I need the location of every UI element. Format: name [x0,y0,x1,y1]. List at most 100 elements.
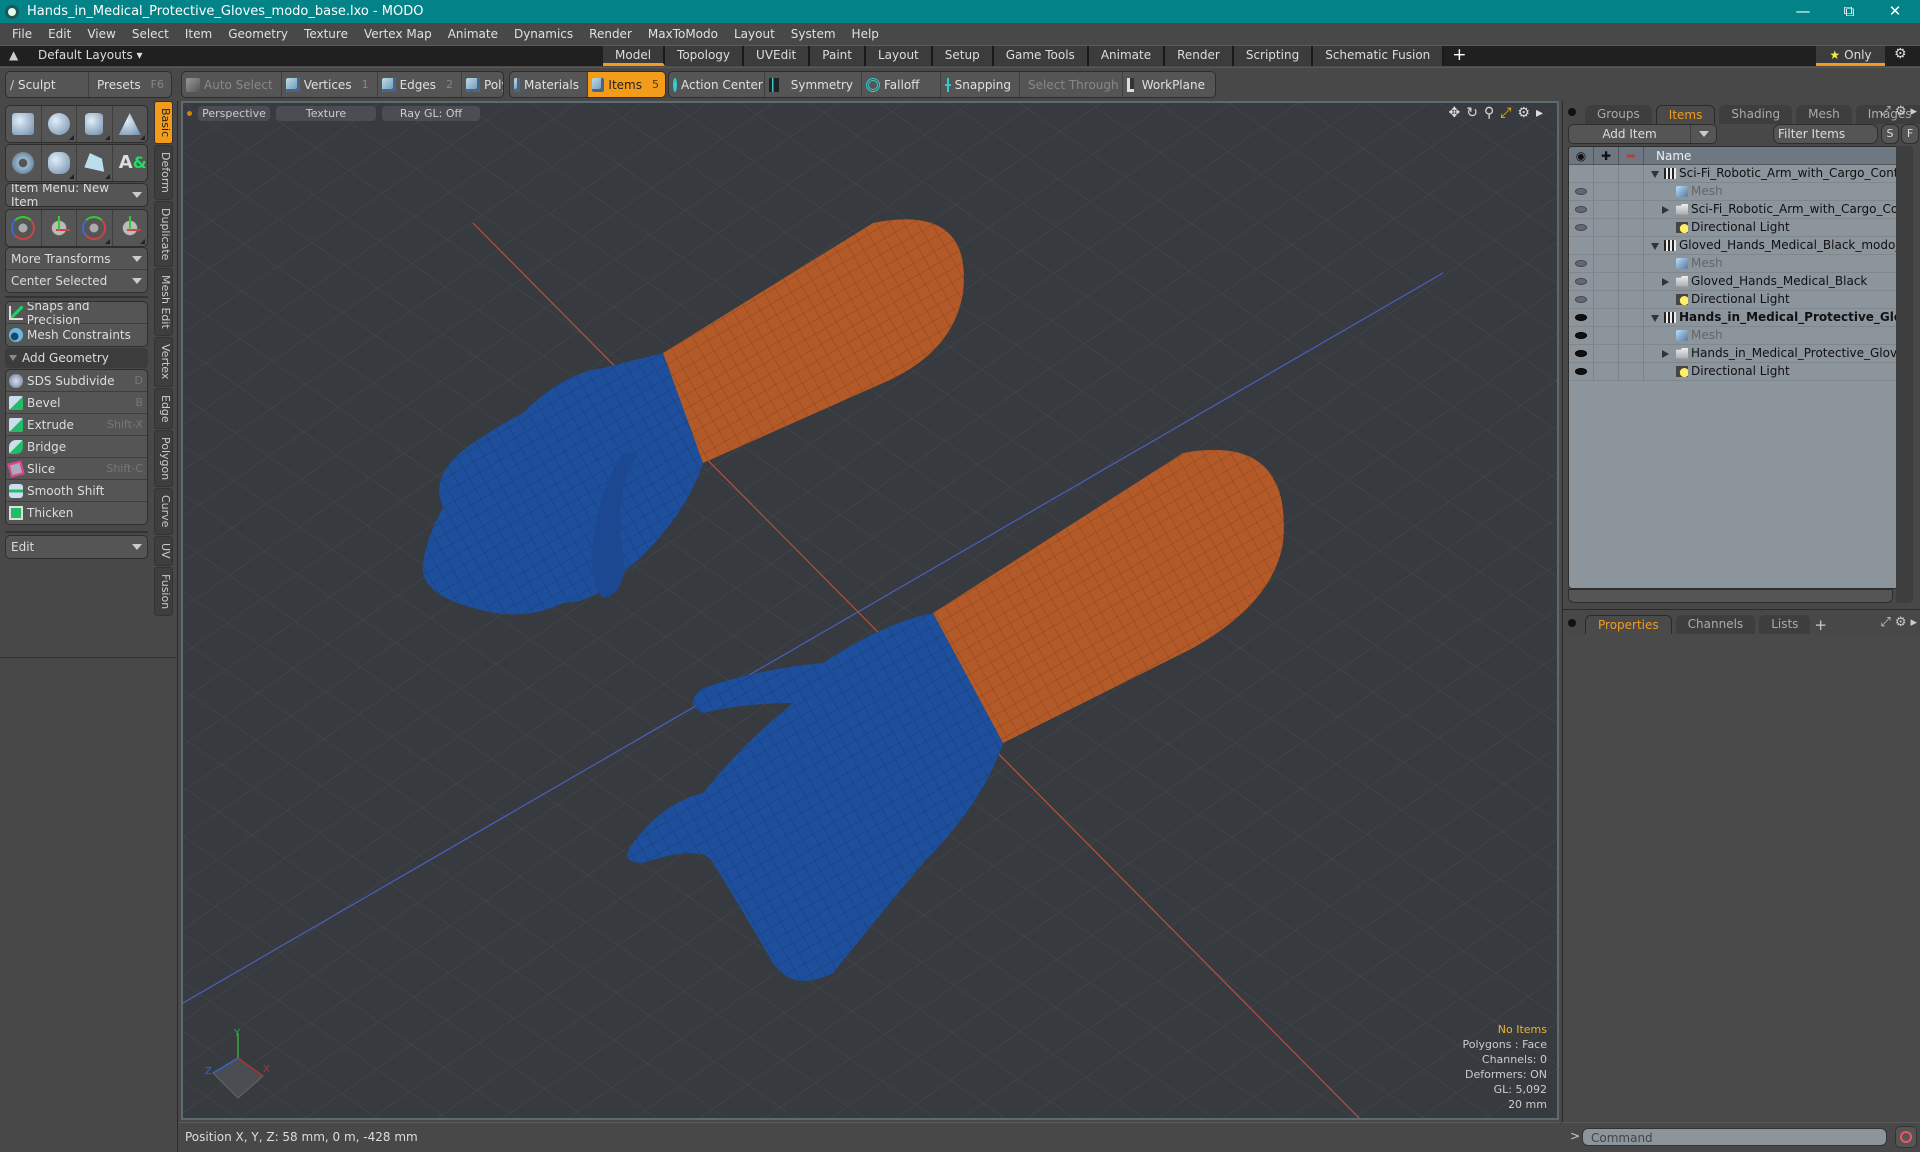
eye-icon[interactable] [1575,188,1587,195]
menu-render[interactable]: Render [581,27,640,41]
maximize-panel-icon[interactable]: ⤢ [1880,615,1890,630]
add-tab-button[interactable]: + [1814,616,1827,634]
polygons-button[interactable]: Polygons [462,72,503,97]
item-row[interactable]: Hands_in_Medical_Protective_Gloves [1569,344,1912,363]
menu-edit[interactable]: Edit [40,27,79,41]
expand-triangle-icon[interactable] [1662,278,1669,286]
tab-uvedit[interactable]: UVEdit [744,46,811,66]
item-row[interactable]: Sci-Fi_Robotic_Arm_with_Cargo_Container … [1569,164,1912,183]
visibility-cell[interactable] [1569,164,1594,183]
item-row[interactable]: Directional Light [1569,218,1912,237]
vtab-curve[interactable]: Curve [154,488,173,535]
panel-expand-icon[interactable]: ▸ [1910,615,1917,630]
lock-cell[interactable] [1594,164,1619,183]
visibility-cell[interactable] [1569,326,1594,345]
materials-button[interactable]: Materials [510,72,588,97]
menu-item[interactable]: Item [177,27,220,41]
visibility-cell[interactable] [1569,236,1594,255]
axis-cell[interactable] [1619,218,1644,237]
visibility-cell[interactable] [1569,218,1594,237]
collapse-triangle-icon[interactable] [1651,315,1659,322]
move-button[interactable] [42,210,77,246]
tab-mesh[interactable]: Mesh ... [1796,105,1852,139]
expand-triangle-icon[interactable] [1662,206,1669,214]
item-name[interactable]: Gloved_Hands_Medical_Black [1676,274,1867,288]
eye-icon[interactable] [1575,368,1587,375]
visibility-cell[interactable] [1569,254,1594,273]
lock-cell[interactable] [1594,290,1619,309]
tab-scripting[interactable]: Scripting [1233,46,1314,66]
expand-triangle-icon[interactable] [1662,350,1669,358]
eye-icon[interactable] [1575,206,1587,213]
eye-icon[interactable] [1575,296,1587,303]
tab-game-tools[interactable]: Game Tools [993,46,1089,66]
tab-channels[interactable]: Channels [1675,615,1756,634]
axis-cell[interactable] [1619,362,1644,381]
visibility-cell[interactable] [1569,362,1594,381]
item-name[interactable]: Hands_in_Medical_Protective_Glove... [1664,310,1912,324]
vtab-duplicate[interactable]: Duplicate [154,201,173,268]
eye-icon[interactable] [1575,224,1587,231]
panel-expand-icon[interactable]: ▸ [1910,104,1917,119]
item-row[interactable]: Gloved_Hands_Medical_Black_modo_base.lxo [1569,236,1912,255]
item-name[interactable]: Sci-Fi_Robotic_Arm_with_Cargo_Container … [1664,166,1912,180]
command-input[interactable]: Command [1582,1128,1887,1146]
menu-geometry[interactable]: Geometry [220,27,296,41]
collapse-up-icon[interactable]: ▲ [9,48,18,62]
panel-knob-icon[interactable] [1568,108,1576,116]
snaps-and-precision-button[interactable]: Snaps and Precision [6,302,147,327]
slice-button[interactable]: Slice Shift-C [6,458,147,480]
vtab-deform[interactable]: Deform [154,145,173,201]
s-button[interactable]: S [1881,124,1899,144]
item-name[interactable]: Sci-Fi_Robotic_Arm_with_Cargo_Container [1676,202,1912,216]
lock-cell[interactable] [1594,308,1619,327]
visibility-cell[interactable] [1569,272,1594,291]
gear-icon[interactable]: ⚙ [1894,46,1907,62]
zoom-icon[interactable]: ⚲ [1484,105,1494,121]
select-through-button[interactable]: Select Through [1020,72,1123,97]
menu-animate[interactable]: Animate [440,27,506,41]
cube-primitive-button[interactable] [6,106,42,142]
menu-select[interactable]: Select [124,27,177,41]
shading-mode-button[interactable]: Texture [276,106,376,121]
pen-tool-button[interactable] [77,145,113,181]
vtab-polygon[interactable]: Polygon [154,430,173,488]
panel-settings-icon[interactable]: ⚙ [1895,104,1907,119]
viewport-settings-icon[interactable]: ⚙ [1517,105,1530,121]
tab-schematic-fusion[interactable]: Schematic Fusion [1313,46,1445,66]
center-selected-dropdown[interactable]: Center Selected [6,270,147,292]
lock-cell[interactable] [1594,254,1619,273]
pan-icon[interactable]: ✥ [1448,105,1460,121]
axis-cell[interactable] [1619,254,1644,273]
lock-cell[interactable] [1594,236,1619,255]
vtab-basic[interactable]: Basic [154,101,173,145]
item-name[interactable]: Mesh [1676,328,1723,342]
tab-properties[interactable]: Properties [1585,615,1672,634]
item-row[interactable]: Mesh [1569,326,1912,345]
expand-arrow-icon[interactable]: ▸ [1536,105,1543,121]
presets-button[interactable]: Presets F6 [89,72,171,97]
default-layouts-dropdown[interactable]: Default Layouts ▾ [38,48,143,62]
item-name[interactable]: Gloved_Hands_Medical_Black_modo_base.lxo [1664,238,1912,252]
panel-knob-icon[interactable] [1568,619,1576,627]
falloff-button[interactable]: Falloff [862,72,941,97]
lock-cell[interactable] [1594,200,1619,219]
visibility-cell[interactable] [1569,200,1594,219]
vtab-edge[interactable]: Edge [154,387,173,430]
orbit-icon[interactable]: ↻ [1466,105,1478,121]
tab-paint[interactable]: Paint [810,46,866,66]
symmetry-button[interactable]: Symmetry [765,72,862,97]
action-center-button[interactable]: Action Center [669,72,765,97]
item-name[interactable]: Mesh [1676,256,1723,270]
vertices-button[interactable]: Vertices 1 [282,72,378,97]
tab-items[interactable]: Items [1655,105,1716,124]
panel-settings-icon[interactable]: ⚙ [1895,615,1907,630]
tab-lists[interactable]: Lists [1759,615,1811,634]
torus-primitive-button[interactable] [6,145,42,181]
cone-primitive-button[interactable] [113,106,148,142]
tab-shading[interactable]: Shading [1719,105,1793,124]
menu-vertex-map[interactable]: Vertex Map [356,27,440,41]
axis-cell[interactable] [1619,182,1644,201]
sculpt-button[interactable]: ∕ Sculpt [6,72,89,97]
tab-animate[interactable]: Animate [1088,46,1166,66]
